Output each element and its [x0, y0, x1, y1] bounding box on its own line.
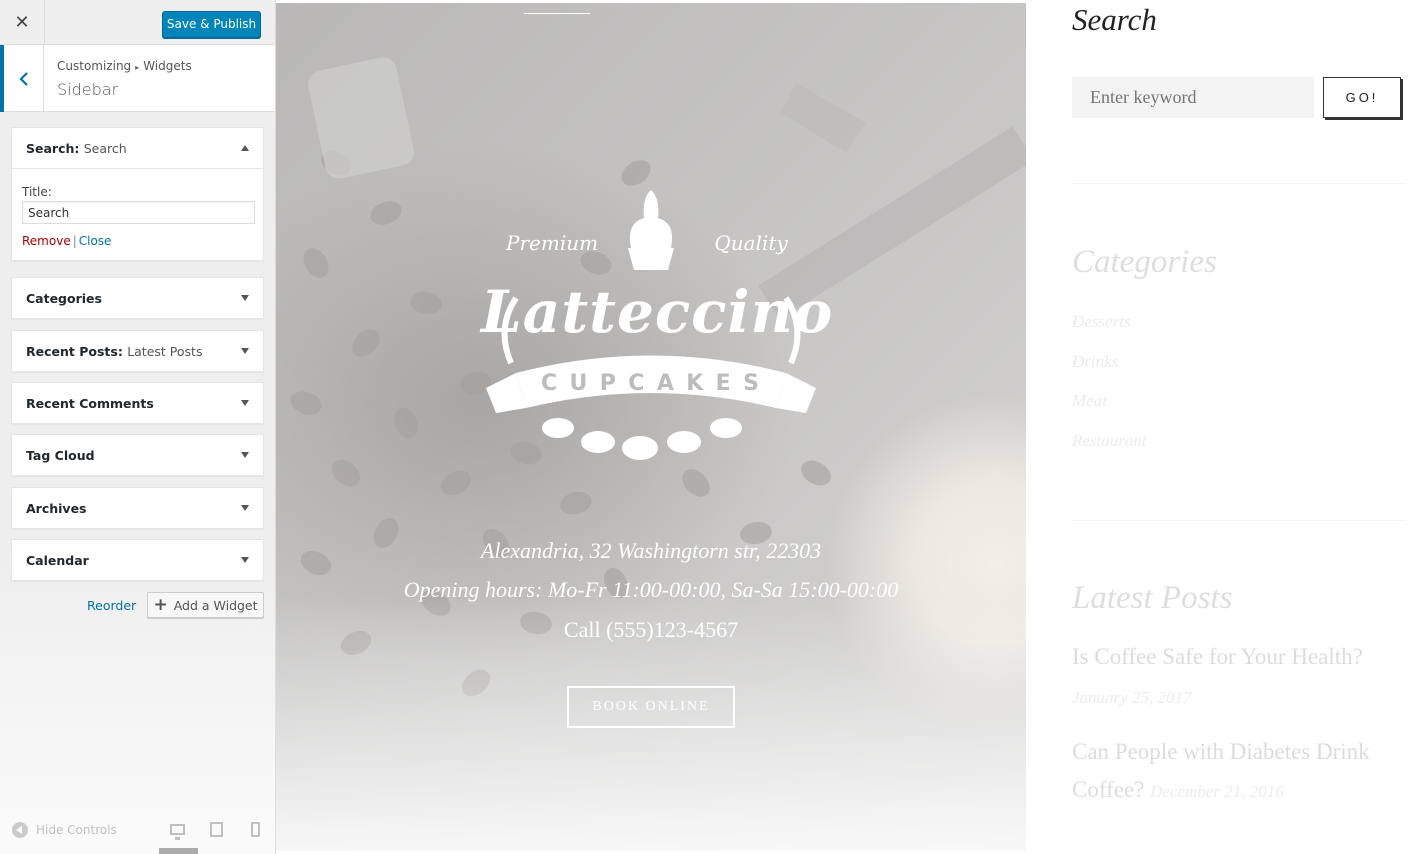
breadcrumb-current: Widgets — [143, 59, 192, 73]
caret-down-icon[interactable] — [241, 348, 249, 354]
tablet-icon[interactable] — [210, 822, 223, 837]
widget-search-form: Title: Remove|Close — [12, 168, 263, 260]
close-widget-link[interactable]: Close — [79, 234, 112, 248]
categories-title: Categories — [1072, 244, 1217, 280]
hero-opening-hours: Opening hours: Mo-Fr 11:00-00:00, Sa-Sa … — [403, 577, 899, 602]
customizer-footer: Hide Controls — [0, 812, 275, 854]
plus-icon: + — [153, 594, 168, 615]
title-label: Title: — [22, 185, 52, 199]
hide-controls-button[interactable]: Hide Controls — [12, 822, 117, 838]
save-publish-button[interactable]: Save & Publish — [162, 11, 261, 38]
close-customizer-button[interactable]: ✕ — [0, 0, 45, 45]
logo-tagline-right: Quality — [714, 231, 788, 255]
reorder-link[interactable]: Reorder — [87, 598, 136, 613]
search-widget-title: Search — [1072, 2, 1157, 37]
active-device-indicator — [159, 848, 198, 854]
divider — [1072, 520, 1406, 521]
customizer-header: ✕ Save & Publish — [0, 0, 275, 45]
breadcrumb-root: Customizing — [57, 59, 132, 73]
hero-phone: Call (555)123-4567 — [563, 617, 739, 642]
widget-search-header[interactable]: Search: Search — [12, 128, 263, 168]
widget-name: Recent Comments — [26, 395, 154, 411]
widget-archives[interactable]: Archives — [11, 487, 264, 529]
caret-up-icon[interactable] — [241, 145, 249, 151]
caret-down-icon[interactable] — [241, 452, 249, 458]
desktop-icon[interactable] — [170, 824, 185, 840]
preview-sidebar: Search GO! Categories Desserts Drinks Me… — [1072, 0, 1412, 854]
caret-down-icon[interactable] — [241, 505, 249, 511]
add-widget-label: Add a Widget — [173, 597, 258, 613]
widget-recent-posts[interactable]: Recent Posts: Latest Posts — [11, 330, 264, 372]
divider — [1072, 183, 1406, 184]
widget-search: Search: Search Title: Remove|Close — [11, 127, 264, 261]
add-widget-button[interactable]: + Add a Widget — [147, 592, 264, 618]
widget-name: Search — [26, 140, 75, 156]
widget-name: Archives — [26, 500, 87, 516]
book-online-button[interactable]: BOOK ONLINE — [567, 686, 735, 728]
breadcrumb: Customizing ▸ Widgets — [57, 59, 192, 73]
widget-recent-comments[interactable]: Recent Comments — [11, 382, 264, 424]
caret-down-icon[interactable] — [241, 400, 249, 406]
remove-widget-link[interactable]: Remove — [22, 234, 71, 248]
post-link[interactable]: Is Coffee Safe for Your Health? — [1072, 638, 1402, 676]
breadcrumb-separator: ▸ — [135, 63, 140, 72]
widget-instance-title: Latest Posts — [127, 343, 203, 359]
category-link[interactable]: Meat — [1072, 391, 1107, 411]
widget-categories[interactable]: Categories — [11, 277, 264, 319]
widget-instance-title: Search — [83, 140, 127, 156]
hide-controls-icon — [12, 822, 28, 838]
widget-name: Categories — [26, 290, 102, 306]
widget-calendar[interactable]: Calendar — [11, 539, 264, 581]
close-icon: ✕ — [14, 12, 30, 33]
post-date: December 21, 2016 — [1150, 782, 1284, 801]
logo-tagline-left: Premium — [506, 231, 599, 255]
logo-banner: C U P C A K E S — [541, 371, 761, 396]
widget-tag-cloud[interactable]: Tag Cloud — [11, 434, 264, 476]
logo-tagline: Premium Quality — [506, 231, 796, 255]
title-input[interactable] — [22, 201, 255, 224]
back-button[interactable] — [0, 45, 44, 112]
category-link[interactable]: Drinks — [1072, 352, 1118, 372]
widget-name: Tag Cloud — [26, 447, 95, 463]
widget-actions: Remove | Close — [22, 234, 112, 248]
hero-divider — [524, 13, 590, 14]
category-link[interactable]: Desserts — [1072, 312, 1131, 332]
section-header: Customizing ▸ Widgets Sidebar — [0, 45, 275, 112]
widget-name: Calendar — [26, 552, 89, 568]
hide-controls-label: Hide Controls — [36, 823, 117, 837]
section-title: Sidebar — [57, 80, 119, 99]
customizer-panel: ✕ Save & Publish Customizing ▸ Widgets Sid… — [0, 0, 276, 854]
widget-name: Recent Posts — [26, 343, 118, 359]
mobile-icon[interactable] — [251, 822, 260, 837]
hero-section: Premium Quality Latteccino C U P C A K E… — [276, 3, 1026, 851]
category-link[interactable]: Restaurant — [1072, 431, 1147, 451]
search-input[interactable] — [1072, 77, 1314, 118]
site-preview: Premium Quality Latteccino C U P C A K E… — [276, 0, 1419, 854]
hero-address: Alexandria, 32 Washingtorn str, 22303 — [480, 538, 822, 563]
caret-down-icon[interactable] — [241, 295, 249, 301]
search-go-button[interactable]: GO! — [1323, 77, 1401, 118]
post-date: January 25, 2017 — [1072, 688, 1192, 707]
caret-down-icon[interactable] — [241, 557, 249, 563]
logo-brand: Latteccino — [481, 278, 834, 346]
back-chevron-icon — [18, 71, 28, 86]
post-link[interactable]: Can People with Diabetes Drink Coffee? D… — [1072, 733, 1402, 811]
latest-posts-title: Latest Posts — [1072, 580, 1233, 616]
